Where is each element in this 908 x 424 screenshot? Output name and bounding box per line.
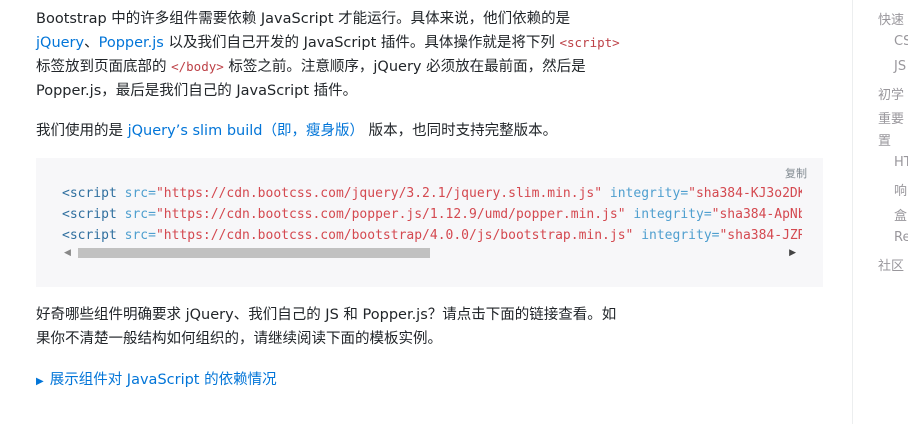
intro-line4: Popper.js，最后是我们自己的 JavaScript 插件。 [36,83,358,99]
popper-link[interactable]: Popper.js [99,35,164,51]
intro-paragraph: Bootstrap 中的许多组件需要依赖 JavaScript 才能运行。具体来… [36,7,676,103]
copy-button[interactable]: 复制 [785,165,807,181]
intro-line1: Bootstrap 中的许多组件需要依赖 JavaScript 才能运行。具体来… [36,11,571,27]
intro-line3-start: 标签放到页面底部的 [36,59,172,75]
toc-item-important[interactable]: 重要 [878,108,904,127]
code-line-popper: <script src="https://cdn.bootcss.com/pop… [62,207,802,222]
toc-item-community[interactable]: 社区 [878,255,904,274]
toc-item-starter[interactable]: 初学 [878,84,904,103]
intro-sep: 、 [84,35,99,51]
intro-line2: 以及我们自己开发的 JavaScript 插件。具体操作就是将下列 [163,35,560,51]
toc-item-responsive[interactable]: 响 [894,180,907,199]
toc-item-box-sizing[interactable]: 盒 [894,205,907,224]
jquery-link[interactable]: jQuery [36,35,84,51]
slim-build-link[interactable]: jQuery’s slim build（即，瘦身版） [128,123,364,139]
horizontal-scrollbar[interactable]: ◀ ▶ [60,246,800,260]
code-line-jquery: <script src="https://cdn.bootcss.com/jqu… [62,186,802,201]
code-block: 复制 <script src="https://cdn.bootcss.com/… [36,158,823,287]
intro-line3-end: 标签之前。注意顺序，jQuery 必须放在最前面，然后是 [223,59,586,75]
scroll-right-icon[interactable]: ▶ [789,248,796,258]
script-tag-code: <script> [559,35,620,50]
slim-suffix: 版本，也同时支持完整版本。 [363,123,558,139]
toc-sidebar: 快速 CS JS 初学 重要 置 HT 响 盒 Re 社区 [852,0,908,424]
body-tag-code: </body> [171,59,224,74]
disclosure-triangle-icon: ▶ [36,376,44,387]
dependencies-details-toggle[interactable]: ▶ 展示组件对 JavaScript 的依赖情况 [36,368,277,394]
slim-prefix: 我们使用的是 [36,123,128,139]
scrollbar-thumb[interactable] [78,248,430,258]
slim-paragraph: 我们使用的是 jQuery’s slim build（即，瘦身版） 版本，也同时… [36,119,676,143]
toc-item-important-cont[interactable]: 置 [878,130,891,149]
details-summary: 展示组件对 JavaScript 的依赖情况 [49,372,277,388]
toc-item-reboot[interactable]: Re [894,230,908,245]
toc-item-quickstart[interactable]: 快速 [878,9,904,28]
curious-paragraph: 好奇哪些组件明确要求 jQuery、我们自己的 JS 和 Popper.js？请… [36,303,676,351]
scroll-left-icon[interactable]: ◀ [64,248,71,258]
curious-line1: 好奇哪些组件明确要求 jQuery、我们自己的 JS 和 Popper.js？请… [36,307,617,323]
curious-line2: 果你不清楚一般结构如何组织的，请继续阅读下面的模板实例。 [36,331,442,347]
toc-item-css[interactable]: CS [894,34,908,49]
toc-item-html5[interactable]: HT [894,155,908,170]
toc-item-js[interactable]: JS [894,59,906,74]
code-line-bootstrap: <script src="https://cdn.bootcss.com/boo… [62,228,802,243]
